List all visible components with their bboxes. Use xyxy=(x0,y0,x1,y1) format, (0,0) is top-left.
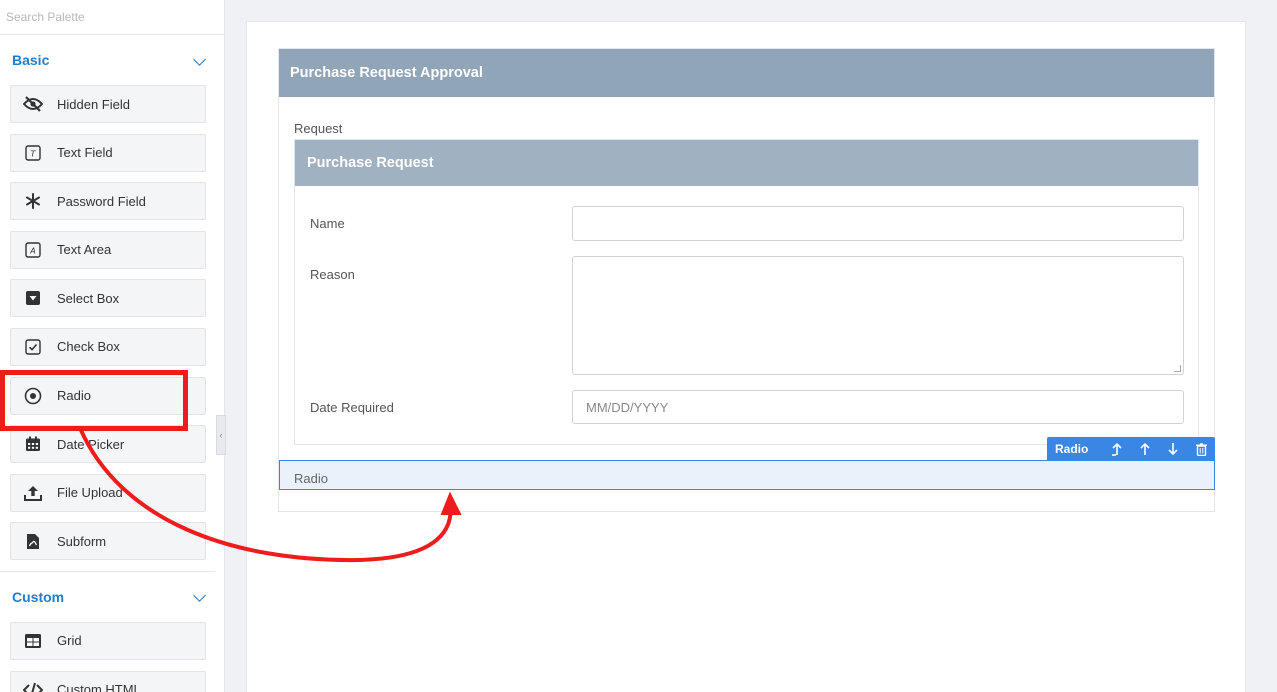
palette-item-label: File Upload xyxy=(57,485,123,501)
subform-icon xyxy=(23,531,43,551)
search-input[interactable] xyxy=(6,10,206,24)
arrow-down-icon xyxy=(1168,443,1178,456)
dropped-radio-field[interactable]: Radio xyxy=(279,460,1215,490)
text-field-icon: T xyxy=(23,143,43,163)
date-required-input[interactable]: MM/DD/YYYY xyxy=(572,390,1184,424)
asterisk-icon xyxy=(23,191,43,211)
trash-icon xyxy=(1195,442,1207,456)
palette-item-subform[interactable]: Subform xyxy=(10,522,206,561)
custom-palette-list: Grid Custom HTML xyxy=(0,621,224,692)
palette-item-label: Subform xyxy=(57,533,107,549)
palette-item-check-box[interactable]: Check Box xyxy=(10,327,206,366)
component-toolbar: Radio xyxy=(1047,437,1215,461)
palette-item-file-upload[interactable]: File Upload xyxy=(10,473,206,512)
basic-palette-list: Hidden Field T Text Field Password Field… xyxy=(0,85,224,561)
palette-item-custom-html[interactable]: Custom HTML xyxy=(10,670,206,692)
move-up-out-button[interactable] xyxy=(1103,437,1131,461)
svg-text:T: T xyxy=(31,149,37,158)
move-down-button[interactable] xyxy=(1159,437,1187,461)
palette-item-label: Custom HTML xyxy=(57,682,141,692)
svg-text:A: A xyxy=(29,246,35,255)
palette-item-text-field[interactable]: T Text Field xyxy=(10,133,206,172)
grid-icon xyxy=(23,631,43,651)
reason-textarea[interactable] xyxy=(572,256,1184,375)
request-container-label: Request xyxy=(294,121,343,136)
palette-item-grid[interactable]: Grid xyxy=(10,621,206,660)
palette-item-hidden-field[interactable]: Hidden Field xyxy=(10,85,206,123)
form-panel[interactable]: Purchase Request Approval Request Purcha… xyxy=(278,48,1215,512)
palette-item-label: Hidden Field xyxy=(57,96,130,112)
toolbar-component-name: Radio xyxy=(1055,442,1089,456)
text-area-icon: A xyxy=(23,240,43,260)
palette-search xyxy=(0,0,224,35)
reason-label: Reason xyxy=(310,267,355,282)
palette-item-label: Select Box xyxy=(57,290,120,306)
delete-button[interactable] xyxy=(1187,437,1215,461)
calendar-icon xyxy=(23,434,43,454)
annotation-highlight-box xyxy=(0,370,188,431)
arrow-up-icon xyxy=(1140,442,1150,455)
section-title-custom: Custom xyxy=(12,588,65,605)
palette-item-password-field[interactable]: Password Field xyxy=(10,182,206,221)
select-box-icon xyxy=(23,288,43,308)
chevron-down-icon xyxy=(193,589,206,603)
resize-handle-icon[interactable] xyxy=(1174,365,1181,372)
palette-item-text-area[interactable]: A Text Area xyxy=(10,230,206,269)
form-panel-header: Purchase Request Approval xyxy=(279,49,1214,97)
palette-item-label: Date Picker xyxy=(57,436,125,452)
move-up-button[interactable] xyxy=(1131,437,1159,461)
upload-icon xyxy=(23,483,43,503)
chevron-down-icon xyxy=(193,52,206,66)
sidebar-collapse-handle[interactable]: ‹ xyxy=(216,415,226,455)
section-basic-header[interactable]: Basic xyxy=(0,35,224,85)
checkbox-icon xyxy=(23,337,43,357)
section-title-basic: Basic xyxy=(12,52,50,68)
palette-sidebar: Basic Hidden Field T Text Field Password… xyxy=(0,0,225,692)
chevron-left-icon: ‹ xyxy=(219,430,223,440)
radio-field-label: Radio xyxy=(294,471,328,486)
eye-slash-icon xyxy=(23,94,43,114)
palette-item-label: Text Area xyxy=(57,242,112,258)
date-required-label: Date Required xyxy=(310,400,394,415)
code-icon xyxy=(23,680,43,692)
name-label: Name xyxy=(310,216,345,231)
purchase-request-header: Purchase Request xyxy=(295,140,1198,186)
move-up-out-icon xyxy=(1112,442,1122,456)
palette-item-label: Grid xyxy=(57,633,82,649)
palette-item-select-box[interactable]: Select Box xyxy=(10,279,206,318)
date-placeholder: MM/DD/YYYY xyxy=(586,399,669,415)
palette-item-label: Password Field xyxy=(57,193,146,209)
name-input[interactable] xyxy=(572,206,1184,241)
palette-item-label: Text Field xyxy=(57,145,113,161)
section-custom-header[interactable]: Custom xyxy=(0,572,224,622)
palette-item-label: Check Box xyxy=(57,339,120,355)
form-canvas: Purchase Request Approval Request Purcha… xyxy=(246,21,1246,692)
purchase-request-panel[interactable]: Purchase Request Name Reason Date Requir… xyxy=(294,139,1199,445)
